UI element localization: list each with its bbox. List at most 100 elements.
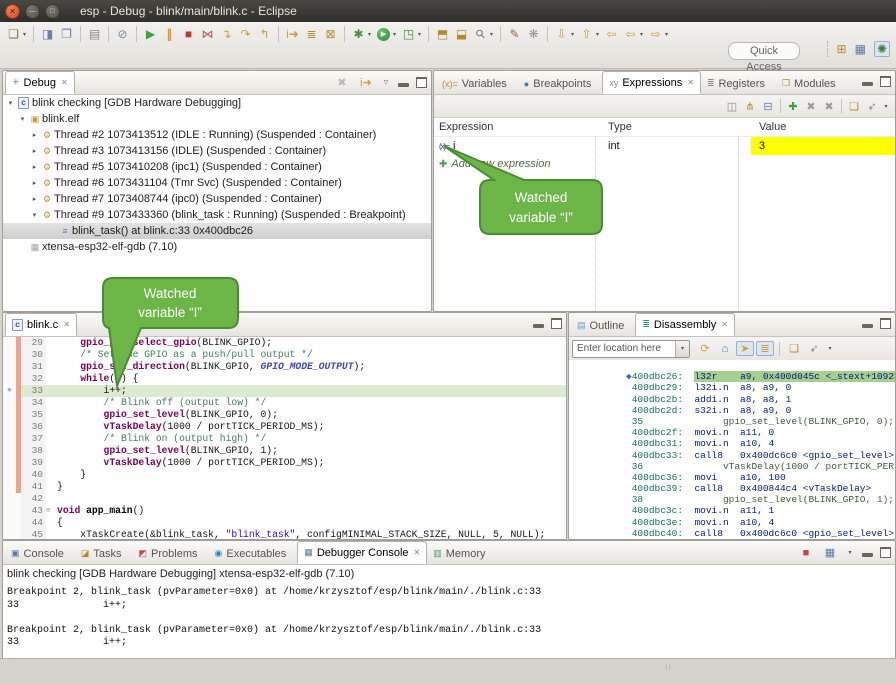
tab-blink-c[interactable]: c blink.c ✕	[5, 313, 77, 336]
quick-access-button[interactable]: Quick Access	[728, 42, 800, 60]
external-tools-dropdown[interactable]: ▾	[415, 31, 424, 38]
breakpoint-margin-icon[interactable]	[3, 469, 16, 481]
toolbar-icon[interactable]	[500, 26, 501, 42]
location-input[interactable]: Enter location here	[573, 343, 675, 354]
breakpoint-margin-icon[interactable]	[3, 493, 16, 505]
tab-modules[interactable]: ❒ Modules	[776, 73, 847, 94]
view-toolbar-icon[interactable]	[841, 99, 842, 113]
tree-item-blink-elf[interactable]: ▾ ▣ blink.elf	[3, 111, 431, 127]
tab-close-icon[interactable]: ✕	[687, 78, 694, 87]
search-icon[interactable]: ⚲	[469, 22, 492, 45]
code-line[interactable]: 43 ⊖ void app_main()	[3, 505, 566, 517]
tab-debug[interactable]: ✳ Debug ✕	[5, 71, 75, 94]
toolbar-icon[interactable]	[136, 26, 137, 42]
step-return-icon[interactable]: ↰	[255, 27, 274, 41]
tree-item-thread-7[interactable]: ▸ ⚙ Thread #7 1073408744 (ipc0) (Suspend…	[3, 191, 431, 207]
save-all-icon[interactable]: ❐	[57, 27, 76, 41]
tree-item-stack-frame[interactable]: ≡ blink_task() at blink.c:33 0x400dbc26	[3, 223, 431, 239]
fold-marker-icon[interactable]	[46, 493, 55, 505]
instruction-stepping-mode-icon[interactable]: i➜	[357, 76, 375, 89]
back-dropdown[interactable]: ▾	[637, 31, 646, 38]
fold-marker-icon[interactable]	[46, 349, 55, 361]
tree-expander-icon[interactable]: ▸	[29, 179, 40, 187]
fold-marker-icon[interactable]	[46, 361, 55, 373]
tree-item-thread-2[interactable]: ▸ ⚙ Thread #2 1073413512 (IDLE : Running…	[3, 127, 431, 143]
show-source-icon[interactable]: ≣	[756, 341, 774, 356]
breakpoint-margin-icon[interactable]	[3, 445, 16, 457]
fold-marker-icon[interactable]	[46, 529, 55, 539]
tab-breakpoints[interactable]: ● Breakpoints	[518, 73, 603, 94]
open-perspective-icon[interactable]: ⊞	[837, 42, 847, 56]
show-logical-structure-icon[interactable]: ⋔	[741, 100, 759, 113]
combo-dropdown-icon[interactable]: ▾	[675, 341, 689, 357]
breakpoint-margin-icon[interactable]	[3, 349, 16, 361]
toolbar-icon[interactable]	[344, 26, 345, 42]
resource-perspective-icon[interactable]: ▦	[855, 42, 866, 56]
column-divider[interactable]	[738, 136, 739, 311]
tab-executables[interactable]: ◉ Executables	[209, 543, 298, 564]
code-line[interactable]: 30 /* Set the GPIO as a push/pull output…	[3, 349, 566, 361]
step-over-icon[interactable]: ↷	[236, 27, 255, 41]
column-header-expression[interactable]: Expression	[434, 121, 600, 133]
code-line[interactable]: 41 }	[3, 481, 566, 493]
new-wizard-dropdown[interactable]: ▾	[20, 31, 29, 38]
tree-expander-icon[interactable]: ▾	[17, 115, 28, 123]
tab-close-icon[interactable]: ✕	[61, 78, 68, 87]
view-menu-icon[interactable]: ▾	[825, 345, 835, 352]
toolbar-icon[interactable]	[278, 26, 279, 42]
open-resource-icon[interactable]: ⬓	[452, 27, 471, 41]
view-toolbar-icon[interactable]	[780, 99, 781, 113]
collapse-all-icon[interactable]: ⊟	[759, 100, 777, 113]
tab-close-icon[interactable]: ✕	[414, 548, 421, 557]
tree-item-launch[interactable]: ▾ c blink checking [GDB Hardware Debuggi…	[3, 95, 431, 111]
maximize-view-icon[interactable]	[551, 318, 562, 329]
toolbar-icon[interactable]	[428, 26, 429, 42]
code-line[interactable]: 44 {	[3, 517, 566, 529]
code-line[interactable]: 34 /* Blink off (output low) */	[3, 397, 566, 409]
breakpoint-margin-icon[interactable]	[3, 337, 16, 349]
code-line[interactable]: 45 xTaskCreate(&blink_task, "blink_task"…	[3, 529, 566, 539]
toolbar-icon[interactable]	[547, 26, 548, 42]
open-task-icon[interactable]: ⬒	[433, 27, 452, 41]
run-dropdown[interactable]: ▾	[390, 31, 399, 38]
column-header-value[interactable]: Value	[751, 121, 895, 133]
add-expression-icon[interactable]: ✚	[784, 100, 802, 113]
tree-item-thread-6[interactable]: ▸ ⚙ Thread #6 1073431104 (Tmr Svc) (Susp…	[3, 175, 431, 191]
previous-annotation-dropdown[interactable]: ▾	[593, 31, 602, 38]
minimize-view-icon[interactable]	[862, 553, 873, 557]
home-icon[interactable]: ⌂	[716, 343, 734, 355]
breakpoint-margin-icon[interactable]: ✳	[3, 385, 16, 397]
tab-console[interactable]: ▣ Console	[5, 543, 75, 564]
step-into-icon[interactable]: ↴	[217, 27, 236, 41]
code-line[interactable]: 39 vTaskDelay(1000 / portTICK_PERIOD_MS)…	[3, 457, 566, 469]
tree-expander-icon[interactable]: ▸	[29, 131, 40, 139]
view-menu-icon[interactable]: ▾	[881, 103, 891, 110]
disconnect-icon[interactable]: ⋈	[198, 27, 217, 41]
display-selected-console-icon[interactable]: ▦	[821, 546, 839, 559]
resume-icon[interactable]: ▶	[141, 27, 160, 41]
tab-disassembly[interactable]: ≣ Disassembly ✕	[635, 313, 735, 336]
track-expression-icon[interactable]: ➤	[736, 341, 754, 356]
location-combo[interactable]: Enter location here ▾	[572, 340, 690, 358]
terminate-icon[interactable]: ■	[179, 27, 198, 41]
tab-debugger-console[interactable]: ▦ Debugger Console ✕	[297, 541, 427, 564]
tree-expander-icon[interactable]: ▸	[29, 195, 40, 203]
remove-all-expressions-icon[interactable]: ✖	[820, 100, 838, 113]
fold-marker-icon[interactable]	[46, 373, 55, 385]
window-close-button[interactable]: ✕	[5, 4, 20, 19]
breakpoint-margin-icon[interactable]	[3, 517, 16, 529]
next-annotation-dropdown[interactable]: ▾	[568, 31, 577, 38]
breakpoint-margin-icon[interactable]	[3, 397, 16, 409]
fold-marker-icon[interactable]	[46, 445, 55, 457]
code-line[interactable]: 42	[3, 493, 566, 505]
tree-item-thread-3[interactable]: ▸ ⚙ Thread #3 1073413156 (IDLE) (Suspend…	[3, 143, 431, 159]
code-line[interactable]: 40 }	[3, 469, 566, 481]
skip-all-breakpoints-icon[interactable]: ⊘	[113, 27, 132, 41]
tree-expander-icon[interactable]: ▾	[29, 211, 40, 219]
new-view-icon[interactable]: ❏	[785, 342, 803, 355]
tab-tasks[interactable]: ◪ Tasks	[75, 543, 133, 564]
fold-marker-icon[interactable]	[46, 469, 55, 481]
debug-dropdown[interactable]: ▾	[365, 31, 374, 38]
breakpoint-margin-icon[interactable]	[3, 433, 16, 445]
remove-all-terminated-icon[interactable]: ✖	[333, 76, 351, 89]
